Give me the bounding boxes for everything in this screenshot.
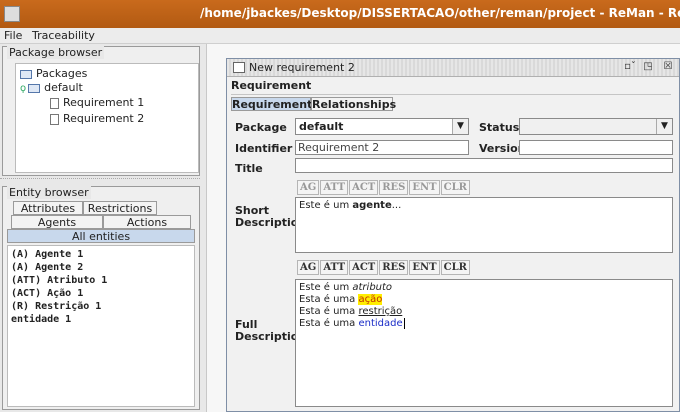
tab-actions[interactable]: Actions	[103, 215, 191, 229]
insert-action-button[interactable]: ACT	[349, 180, 379, 195]
short-description-editor[interactable]: Este é um agente...	[295, 197, 673, 253]
insert-attribute-button[interactable]: ATT	[320, 260, 349, 275]
status-label: Status	[479, 121, 520, 134]
horizontal-splitter[interactable]	[0, 178, 200, 184]
divider	[231, 94, 671, 95]
requirement-editor-window: New requirement 2 ▫ˇ ◳ ☒ Requirement Req…	[226, 58, 680, 412]
identifier-label: Identifier	[235, 142, 293, 155]
insert-action-button[interactable]: ACT	[349, 260, 379, 275]
entity-list: (A) Agente 1 (A) Agente 2 (ATT) Atributo…	[7, 245, 195, 407]
agent-reference: agente	[352, 200, 392, 211]
text-cursor	[403, 318, 405, 329]
list-item[interactable]: entidade 1	[11, 314, 71, 325]
entity-browser-title: Entity browser	[7, 186, 91, 199]
action-reference: ação	[358, 294, 383, 305]
list-item[interactable]: (ACT) Ação 1	[11, 288, 83, 299]
insert-agent-button[interactable]: AG	[297, 260, 320, 275]
tree-item-requirement-2[interactable]: Requirement 2	[50, 112, 144, 125]
tree-item-default[interactable]: ϙ default	[20, 81, 83, 94]
menu-traceability[interactable]: Traceability	[32, 29, 95, 42]
full-description-toolbar: AG ATT ACT RES ENT CLR	[297, 260, 471, 276]
window-title: /home/jbackes/Desktop/DISSERTACAO/other/…	[200, 6, 680, 20]
editor-title: New requirement 2	[249, 61, 355, 74]
package-browser-title: Package browser	[7, 46, 105, 59]
expand-icon[interactable]: ϙ	[20, 83, 26, 94]
title-label: Title	[235, 162, 263, 175]
document-icon	[50, 113, 59, 125]
tab-attributes[interactable]: Attributes	[13, 201, 83, 215]
tree-item-requirement-1[interactable]: Requirement 1	[50, 96, 144, 109]
list-item[interactable]: (R) Restrição 1	[11, 301, 101, 312]
minimize-icon[interactable]: ▫ˇ	[623, 61, 637, 74]
entity-reference: entidade	[358, 318, 403, 329]
package-select[interactable]: default ▼	[295, 118, 469, 135]
list-item[interactable]: (A) Agente 1	[11, 249, 83, 260]
app-icon[interactable]	[4, 6, 20, 22]
full-description-editor[interactable]: Este é um atributo Esta é uma ação Esta …	[295, 279, 673, 407]
title-field[interactable]	[295, 158, 673, 173]
insert-attribute-button[interactable]: ATT	[320, 180, 349, 195]
package-browser: Package browser Packages ϙ default Requir…	[2, 46, 200, 176]
tab-restrictions[interactable]: Restrictions	[83, 201, 157, 215]
list-item[interactable]: (A) Agente 2	[11, 262, 83, 273]
identifier-field[interactable]: Requirement 2	[295, 140, 469, 155]
list-item[interactable]: (ATT) Atributo 1	[11, 275, 107, 286]
short-description-toolbar: AG ATT ACT RES ENT CLR	[297, 180, 471, 196]
menu-bar: File Traceability	[0, 28, 680, 44]
insert-restriction-button[interactable]: RES	[379, 180, 409, 195]
package-label: Package	[235, 121, 287, 134]
tab-agents[interactable]: Agents	[11, 215, 103, 229]
menu-file[interactable]: File	[4, 29, 22, 42]
close-icon[interactable]: ☒	[661, 61, 675, 74]
insert-restriction-button[interactable]: RES	[379, 260, 409, 275]
tab-relationships[interactable]: Relationships	[311, 97, 396, 111]
insert-agent-button[interactable]: AG	[297, 180, 320, 195]
maximize-icon[interactable]: ◳	[641, 61, 655, 74]
attribute-reference: atributo	[352, 282, 393, 293]
package-tree: Packages ϙ default Requirement 1 Requirem…	[15, 63, 199, 173]
section-label: Requirement	[231, 79, 312, 92]
tab-requirement[interactable]: Requirement	[231, 97, 312, 111]
folder-icon	[20, 69, 32, 79]
version-field[interactable]	[519, 140, 673, 155]
restriction-reference: restrição	[358, 306, 403, 317]
document-icon	[50, 97, 59, 109]
clear-button[interactable]: CLR	[440, 180, 470, 195]
clear-button[interactable]: CLR	[440, 260, 470, 275]
document-icon	[233, 62, 245, 73]
entity-browser: Entity browser Attributes Restrictions A…	[2, 186, 200, 410]
chevron-down-icon: ▼	[656, 119, 672, 134]
tree-item-packages[interactable]: Packages	[20, 67, 87, 80]
status-select[interactable]: ▼	[519, 118, 673, 135]
insert-entity-button[interactable]: ENT	[409, 180, 440, 195]
chevron-down-icon: ▼	[452, 119, 468, 134]
editor-title-bar[interactable]: New requirement 2 ▫ˇ ◳ ☒	[227, 59, 679, 77]
folder-icon	[28, 83, 41, 93]
tab-all-entities[interactable]: All entities	[7, 229, 195, 243]
title-bar: /home/jbackes/Desktop/DISSERTACAO/other/…	[0, 0, 680, 28]
left-panel: Package browser Packages ϙ default Requir…	[0, 44, 200, 412]
insert-entity-button[interactable]: ENT	[409, 260, 440, 275]
